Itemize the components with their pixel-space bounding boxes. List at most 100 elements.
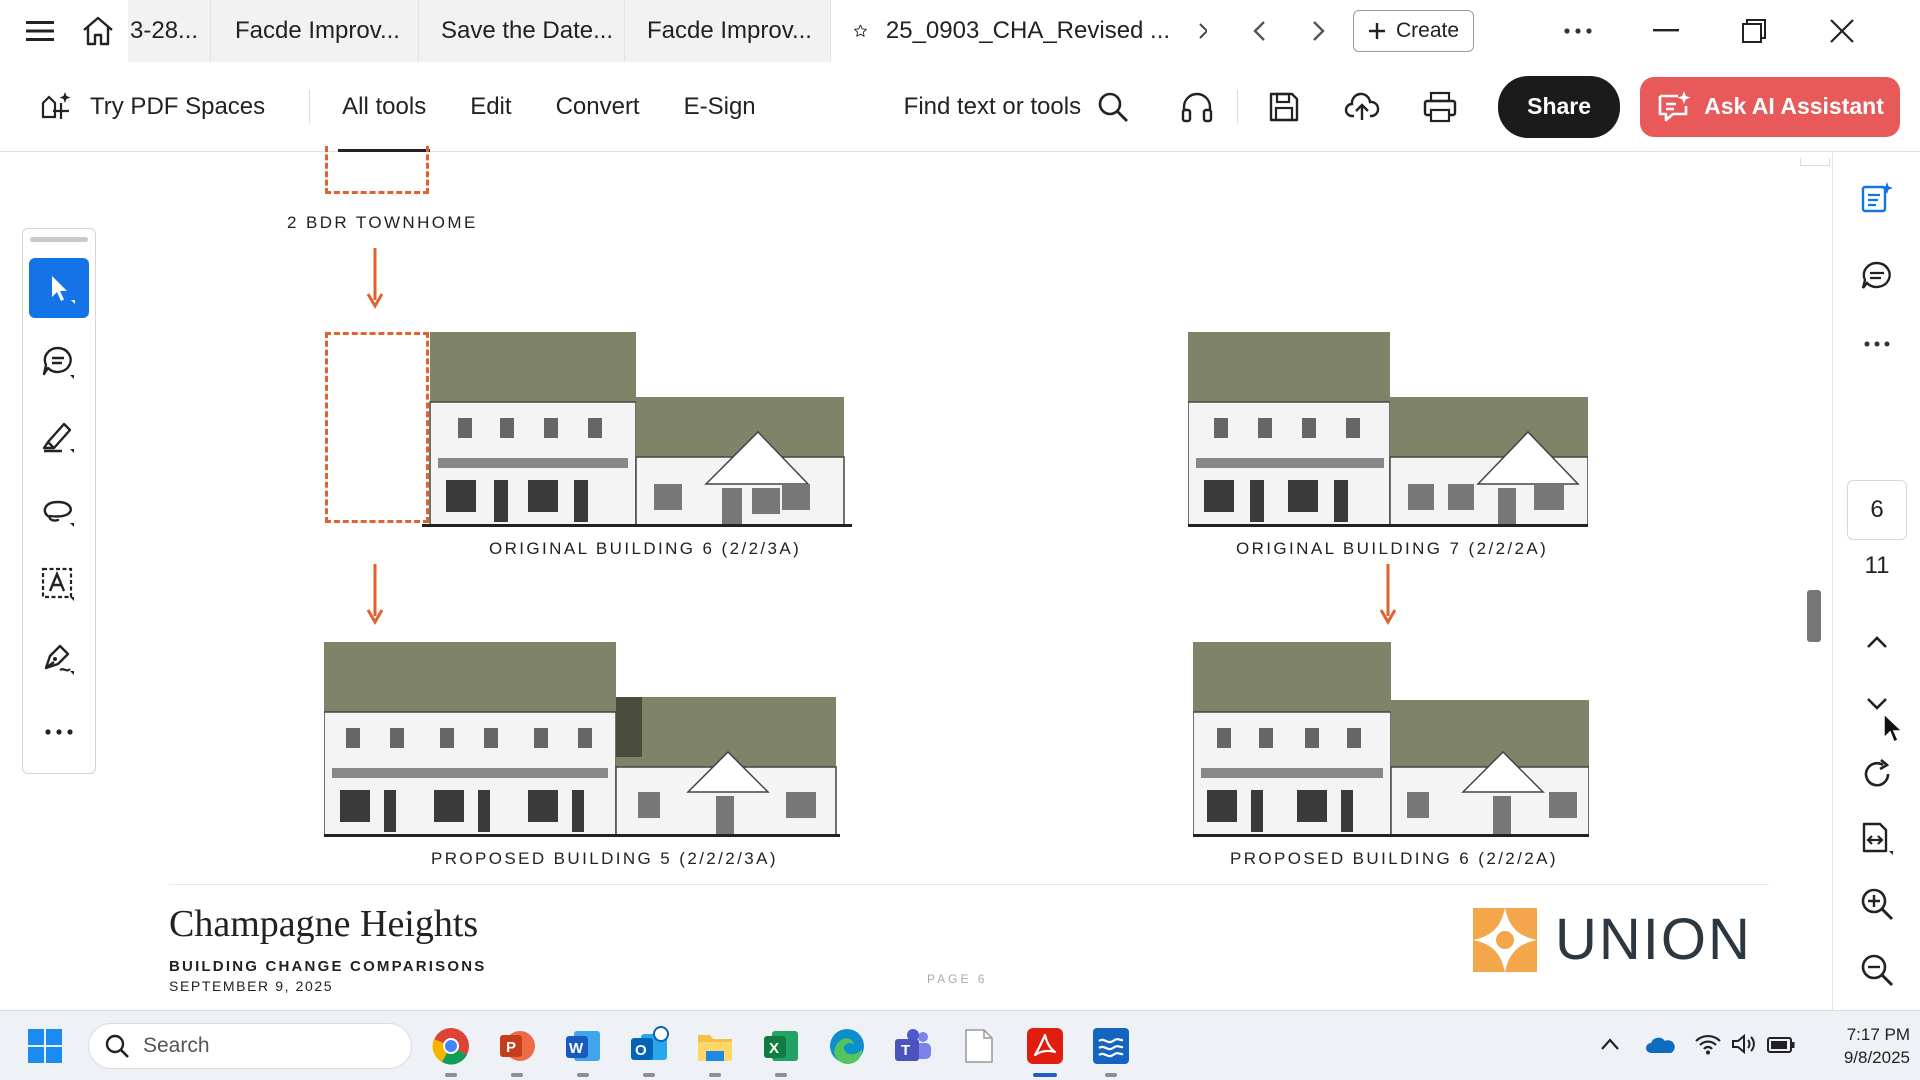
star-icon[interactable] — [853, 16, 868, 46]
union-wordmark: UNION — [1555, 907, 1752, 972]
union-logo: UNION — [1473, 906, 1752, 973]
more-options-icon[interactable] — [1554, 7, 1602, 55]
mouse-pointer-icon — [1883, 712, 1904, 744]
rail-drag-handle[interactable] — [30, 237, 88, 242]
windows-start-icon[interactable] — [28, 1029, 62, 1063]
down-arrow — [366, 248, 384, 309]
save-icon[interactable] — [1252, 75, 1316, 139]
svg-text:W: W — [569, 1040, 584, 1057]
tab-2[interactable]: Facde Improv... — [211, 0, 419, 62]
tab-e-sign[interactable]: E-Sign — [662, 62, 778, 152]
vertical-scrollbar-thumb[interactable] — [1807, 590, 1821, 642]
select-tool-button[interactable] — [29, 258, 89, 318]
spaces-icon — [41, 91, 71, 119]
edge-app-icon[interactable] — [824, 1023, 870, 1069]
close-tab-icon[interactable] — [1198, 22, 1207, 40]
powerpoint-app-icon[interactable]: P — [494, 1023, 540, 1077]
tab-label: 25_0903_CHA_Revised ... — [885, 17, 1171, 44]
zoom-in-icon[interactable] — [1845, 876, 1909, 932]
tab-label: Save the Date... — [441, 17, 614, 44]
ai-summary-icon[interactable] — [1845, 170, 1909, 226]
try-pdf-spaces-button[interactable]: Try PDF Spaces — [38, 89, 265, 125]
running-indicator — [1033, 1073, 1057, 1077]
text-box-tool-button[interactable] — [29, 554, 89, 614]
fit-page-icon[interactable] — [1845, 810, 1909, 866]
tab-active-document[interactable]: 25_0903_CHA_Revised ... — [831, 0, 1225, 62]
proposed-building-6-elevation — [1193, 642, 1589, 837]
all-tools-label: All tools — [342, 92, 427, 120]
comment-tool-button[interactable] — [29, 332, 89, 392]
tab-label: Facde Improv... — [235, 17, 400, 44]
plus-icon — [1369, 23, 1385, 39]
sign-tool-button[interactable] — [29, 628, 89, 688]
notepad-app-icon[interactable] — [956, 1023, 1002, 1069]
system-clock[interactable]: 7:17 PM 9/8/2025 — [1810, 1023, 1910, 1069]
running-indicator — [643, 1073, 655, 1077]
ai-assistant-icon — [1658, 90, 1691, 121]
tab-all-tools[interactable]: All tools — [320, 62, 448, 152]
restore-icon[interactable] — [1710, 0, 1798, 62]
tab-4[interactable]: Facde Improv... — [625, 0, 831, 62]
highlight-tool-button[interactable] — [29, 406, 89, 466]
print-icon[interactable] — [1408, 75, 1472, 139]
more-panel-options-icon[interactable] — [1845, 316, 1909, 372]
word-app-icon[interactable]: W — [560, 1023, 606, 1077]
read-aloud-icon[interactable] — [1165, 75, 1229, 139]
create-button[interactable]: Create — [1353, 10, 1475, 52]
tab-convert[interactable]: Convert — [534, 62, 662, 152]
total-pages-label: 11 — [1864, 552, 1890, 579]
close-window-icon[interactable] — [1798, 0, 1886, 62]
acrobat-window: 3-28... Facde Improv... Save the Date...… — [0, 0, 1920, 1080]
more-tools-icon[interactable] — [29, 702, 89, 762]
text-box-icon — [41, 567, 74, 601]
minimize-icon[interactable] — [1622, 0, 1710, 62]
acrobat-app-icon[interactable] — [1022, 1023, 1068, 1077]
previous-page-icon[interactable] — [1845, 614, 1909, 670]
share-button[interactable]: Share — [1498, 75, 1621, 138]
original-building-6-elevation — [422, 332, 852, 527]
ask-ai-assistant-button[interactable]: Ask AI Assistant — [1640, 76, 1900, 137]
file-explorer-app-icon[interactable] — [692, 1023, 738, 1077]
cloud-upload-icon[interactable] — [1330, 75, 1394, 139]
menu-icon[interactable] — [16, 7, 64, 55]
chevron-right-icon[interactable] — [1295, 7, 1343, 55]
outlook-app-icon[interactable]: O — [626, 1023, 672, 1077]
lasso-icon — [43, 500, 74, 527]
clock-date: 9/8/2025 — [1843, 1048, 1910, 1067]
caption-original-building-7: ORIGINAL BUILDING 7 (2/2/2A) — [1236, 539, 1549, 558]
title-bar: 3-28... Facde Improv... Save the Date...… — [0, 0, 1920, 62]
create-label: Create — [1396, 19, 1460, 42]
chevron-left-icon[interactable] — [1235, 7, 1283, 55]
footer-divider — [169, 884, 1769, 885]
caption-2-bdr-townhome: 2 BDR TOWNHOME — [287, 213, 478, 232]
pdf-page[interactable]: 2 BDR TOWNHOME ORIGINAL BUILDING 6 (2/2/… — [140, 146, 1805, 1010]
wifi-icon[interactable] — [1695, 1033, 1721, 1055]
dashboard-app-icon[interactable] — [1088, 1023, 1134, 1077]
chrome-app-icon[interactable] — [428, 1023, 474, 1077]
taskbar-search-box[interactable]: Search — [88, 1023, 412, 1069]
current-page-input[interactable]: 6 — [1847, 480, 1907, 540]
running-indicator — [775, 1073, 787, 1077]
show-hidden-icons-chevron-icon[interactable] — [1600, 1037, 1620, 1051]
rotate-icon[interactable] — [1845, 746, 1909, 802]
zoom-out-icon[interactable] — [1845, 942, 1909, 998]
tab-1[interactable]: 3-28... — [128, 0, 211, 62]
tab-3[interactable]: Save the Date... — [419, 0, 625, 62]
running-indicator — [1105, 1073, 1117, 1077]
find-tools-button[interactable]: Find text or tools — [904, 91, 1129, 123]
onedrive-cloud-icon[interactable] — [1645, 1035, 1675, 1055]
battery-icon[interactable] — [1767, 1037, 1795, 1053]
volume-icon[interactable] — [1731, 1033, 1757, 1055]
comments-panel-icon[interactable] — [1845, 248, 1909, 304]
share-label: Share — [1527, 93, 1592, 119]
excel-app-icon[interactable]: X — [758, 1023, 804, 1077]
edit-label: Edit — [470, 92, 512, 120]
draw-tool-button[interactable] — [29, 480, 89, 540]
teams-app-icon[interactable]: T — [890, 1023, 936, 1069]
svg-text:T: T — [901, 1042, 910, 1059]
tab-label: 3-28... — [130, 17, 199, 44]
home-icon[interactable] — [74, 7, 122, 55]
running-indicator — [709, 1073, 721, 1077]
quick-tools-rail — [22, 228, 96, 774]
tab-edit[interactable]: Edit — [448, 62, 533, 152]
